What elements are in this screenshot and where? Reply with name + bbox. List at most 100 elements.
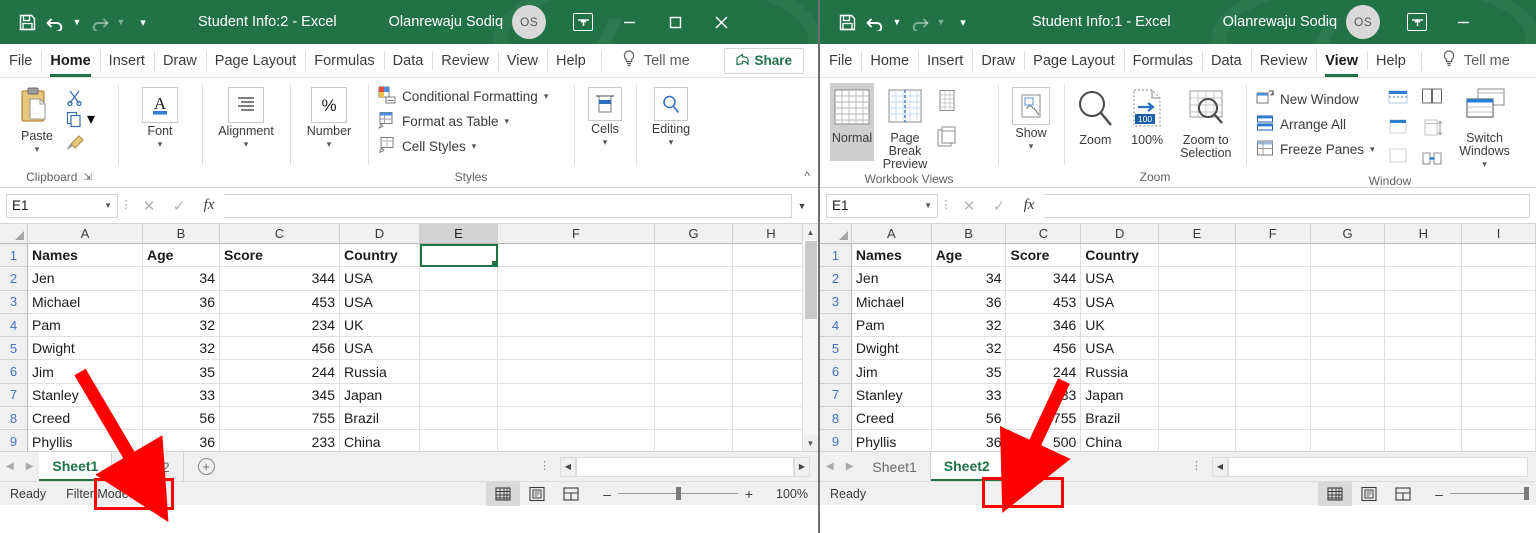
cell-f6[interactable] bbox=[1236, 360, 1311, 383]
column-header-h[interactable]: H bbox=[1385, 224, 1462, 244]
cell-c5[interactable]: 456 bbox=[220, 337, 340, 360]
chevron-down-icon[interactable]: ▾ bbox=[505, 116, 510, 127]
redo-icon[interactable] bbox=[906, 9, 932, 35]
redo-icon[interactable] bbox=[86, 9, 112, 35]
add-sheet-button[interactable]: + bbox=[1004, 452, 1049, 481]
hscroll-track[interactable] bbox=[1228, 457, 1528, 477]
cell-a3[interactable]: Michael bbox=[28, 291, 143, 314]
cell-i4[interactable] bbox=[1462, 314, 1536, 337]
cell-d8[interactable]: Brazil bbox=[340, 407, 420, 430]
cell-f3[interactable] bbox=[498, 291, 655, 314]
cell-e9[interactable] bbox=[420, 430, 498, 451]
cell-e1[interactable] bbox=[1159, 244, 1236, 267]
horizontal-scrollbar-right[interactable]: ◀ bbox=[1212, 452, 1536, 481]
next-sheet-icon[interactable]: ▶ bbox=[846, 461, 854, 472]
cell-d8[interactable]: Brazil bbox=[1081, 407, 1159, 430]
tab-review[interactable]: Review bbox=[432, 44, 498, 77]
cell-c7[interactable]: 345 bbox=[220, 384, 340, 407]
row-header-2[interactable]: 2 bbox=[820, 267, 852, 290]
format-as-table-button[interactable]: Format as Table ▾ bbox=[378, 109, 509, 134]
tab-page-layout[interactable]: Page Layout bbox=[1024, 44, 1123, 77]
zoom-slider[interactable] bbox=[1450, 493, 1528, 494]
cell-b6[interactable]: 35 bbox=[143, 360, 220, 383]
cell-e3[interactable] bbox=[420, 291, 498, 314]
expand-formula-bar-icon[interactable]: ▼ bbox=[792, 201, 812, 211]
cell-h2[interactable] bbox=[1385, 267, 1462, 290]
column-header-c[interactable]: C bbox=[1006, 224, 1081, 244]
cell-e7[interactable] bbox=[1159, 384, 1236, 407]
cell-f9[interactable] bbox=[498, 430, 655, 451]
copy-button[interactable]: ▾ bbox=[66, 108, 95, 130]
row-header-1[interactable]: 1 bbox=[820, 244, 852, 267]
cell-i9[interactable] bbox=[1462, 430, 1536, 451]
add-sheet-button[interactable]: + bbox=[184, 452, 229, 481]
cell-b6[interactable]: 35 bbox=[932, 360, 1007, 383]
cell-d2[interactable]: USA bbox=[1081, 267, 1159, 290]
tab-insert[interactable]: Insert bbox=[918, 44, 972, 77]
column-header-f[interactable]: F bbox=[498, 224, 655, 244]
cell-h3[interactable] bbox=[1385, 291, 1462, 314]
cell-i6[interactable] bbox=[1462, 360, 1536, 383]
scroll-down-icon[interactable]: ▼ bbox=[803, 435, 819, 451]
insert-function-icon[interactable]: fx bbox=[1014, 193, 1044, 219]
cell-g8[interactable] bbox=[655, 407, 733, 430]
cell-f8[interactable] bbox=[498, 407, 655, 430]
cell-c6[interactable]: 244 bbox=[1006, 360, 1081, 383]
cell-i3[interactable] bbox=[1462, 291, 1536, 314]
cell-c2[interactable]: 344 bbox=[1006, 267, 1081, 290]
tell-me-box[interactable]: Tell me bbox=[608, 44, 690, 77]
cell-b5[interactable]: 32 bbox=[932, 337, 1007, 360]
tab-view[interactable]: View bbox=[498, 44, 547, 77]
column-header-f[interactable]: F bbox=[1236, 224, 1311, 244]
cell-h9[interactable] bbox=[1385, 430, 1462, 451]
tab-review[interactable]: Review bbox=[1251, 44, 1317, 77]
column-header-d[interactable]: D bbox=[1081, 224, 1159, 244]
scroll-up-icon[interactable]: ▲ bbox=[803, 224, 819, 240]
cell-d3[interactable]: USA bbox=[1081, 291, 1159, 314]
cell-c9[interactable]: 500 bbox=[1006, 430, 1081, 451]
select-all-corner[interactable] bbox=[0, 224, 28, 244]
arrange-all-button[interactable]: Arrange All bbox=[1256, 112, 1375, 137]
chevron-down-icon[interactable]: ▼ bbox=[104, 201, 112, 210]
chevron-down-icon[interactable]: ▾ bbox=[327, 140, 332, 149]
account-area-left[interactable]: Olanrewaju Sodiq OS bbox=[389, 5, 546, 39]
conditional-formatting-button[interactable]: Conditional Formatting ▾ bbox=[378, 84, 548, 109]
insert-function-icon[interactable]: fx bbox=[194, 193, 224, 219]
cell-a2[interactable]: Jen bbox=[28, 267, 143, 290]
cell-b1[interactable]: Age bbox=[932, 244, 1007, 267]
hide-icon[interactable] bbox=[1387, 118, 1409, 141]
chevron-down-icon[interactable]: ▾ bbox=[244, 140, 249, 149]
tab-data[interactable]: Data bbox=[384, 44, 433, 77]
page-layout-view-icon[interactable] bbox=[520, 482, 554, 506]
cell-i7[interactable] bbox=[1462, 384, 1536, 407]
synchronous-scrolling-icon[interactable] bbox=[1421, 118, 1443, 143]
chevron-down-icon[interactable]: ▾ bbox=[87, 109, 95, 129]
cell-g9[interactable] bbox=[1311, 430, 1386, 451]
cell-h5[interactable] bbox=[1385, 337, 1462, 360]
cell-h4[interactable] bbox=[1385, 314, 1462, 337]
cell-f9[interactable] bbox=[1236, 430, 1311, 451]
zoom-100-button[interactable]: 100 100% bbox=[1123, 83, 1172, 147]
cell-e1[interactable] bbox=[420, 244, 498, 267]
row-header-9[interactable]: 9 bbox=[0, 430, 28, 451]
undo-dropdown-icon[interactable]: ▼ bbox=[70, 10, 84, 34]
account-area-right[interactable]: Olanrewaju Sodiq OS bbox=[1223, 5, 1380, 39]
cell-c9[interactable]: 233 bbox=[220, 430, 340, 451]
chevron-down-icon[interactable]: ▾ bbox=[669, 138, 674, 147]
cell-a8[interactable]: Creed bbox=[28, 407, 143, 430]
cell-c8[interactable]: 755 bbox=[220, 407, 340, 430]
zoom-out-button[interactable]: – bbox=[596, 486, 618, 502]
number-button[interactable]: % Number ▾ bbox=[298, 83, 360, 149]
row-header-5[interactable]: 5 bbox=[820, 337, 852, 360]
cell-g3[interactable] bbox=[1311, 291, 1386, 314]
cell-g4[interactable] bbox=[655, 314, 733, 337]
tab-file[interactable]: File bbox=[0, 44, 41, 77]
cut-button[interactable] bbox=[66, 87, 95, 107]
spreadsheet-grid-right[interactable]: ABCDEFGHI1NamesAgeScoreCountry2Jen34344U… bbox=[820, 224, 1536, 451]
cell-h7[interactable] bbox=[733, 384, 810, 407]
chevron-down-icon[interactable]: ▾ bbox=[544, 91, 549, 102]
tab-home[interactable]: Home bbox=[861, 44, 918, 77]
cell-a8[interactable]: Creed bbox=[852, 407, 932, 430]
cell-d5[interactable]: USA bbox=[340, 337, 420, 360]
cell-g3[interactable] bbox=[655, 291, 733, 314]
